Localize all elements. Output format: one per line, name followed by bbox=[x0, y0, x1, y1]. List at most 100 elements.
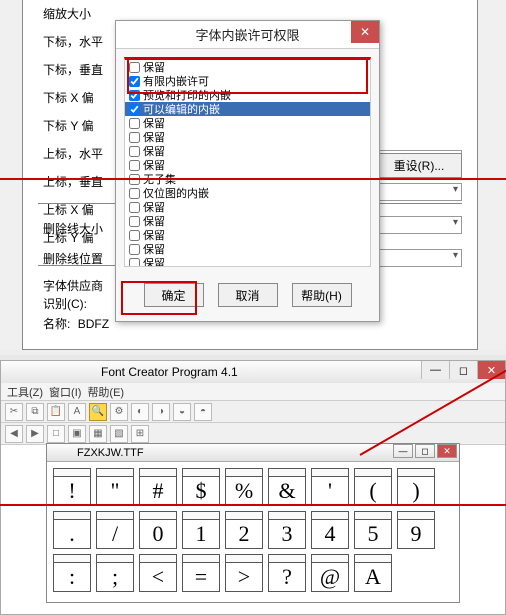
permission-checkbox[interactable] bbox=[129, 90, 140, 101]
permission-row[interactable]: 预览和打印的内嵌 bbox=[125, 88, 370, 102]
maximize-button[interactable]: ◻ bbox=[449, 361, 477, 379]
permission-row[interactable]: 有限内嵌许可 bbox=[125, 74, 370, 88]
glyph-child-window: FZXKJW.TTF — ◻ ✕ !"#$%&'()./0123459:;<=>… bbox=[46, 443, 460, 603]
permission-row[interactable]: 保留 bbox=[125, 144, 370, 158]
permission-row[interactable]: 保留 bbox=[125, 242, 370, 256]
dropdown-2[interactable] bbox=[372, 183, 462, 201]
glyph-max-button[interactable]: ◻ bbox=[415, 444, 435, 458]
glyph-char: : bbox=[54, 563, 90, 591]
glyph-cell[interactable]: : bbox=[53, 554, 91, 592]
glyph-cell[interactable]: $ bbox=[182, 468, 220, 506]
tool-paste-icon[interactable]: 📋 bbox=[47, 403, 65, 421]
glyph-cell[interactable]: ? bbox=[268, 554, 306, 592]
ok-button[interactable]: 确定 bbox=[144, 283, 204, 307]
glyph-cell-header bbox=[140, 512, 176, 520]
glyph-cell[interactable]: > bbox=[225, 554, 263, 592]
tool-right-icon[interactable]: ▶ bbox=[26, 425, 44, 443]
permission-row[interactable]: 保留 bbox=[125, 228, 370, 242]
close-button[interactable]: ✕ bbox=[477, 361, 505, 379]
help-button[interactable]: 帮助(H) bbox=[292, 283, 352, 307]
tool-text-icon[interactable]: A bbox=[68, 403, 86, 421]
glyph-cell[interactable]: 5 bbox=[354, 511, 392, 549]
permission-checkbox[interactable] bbox=[129, 258, 140, 268]
tool-left-icon[interactable]: ◀ bbox=[5, 425, 23, 443]
glyph-cell[interactable]: ; bbox=[96, 554, 134, 592]
glyph-cell[interactable]: . bbox=[53, 511, 91, 549]
tool-gear-icon[interactable]: ⚙ bbox=[110, 403, 128, 421]
menubar: 工具(Z) 窗口(I) 帮助(E) bbox=[1, 383, 505, 401]
permission-checkbox[interactable] bbox=[129, 146, 140, 157]
glyph-cell[interactable]: < bbox=[139, 554, 177, 592]
glyph-cell[interactable]: ( bbox=[354, 468, 392, 506]
glyph-close-button[interactable]: ✕ bbox=[437, 444, 457, 458]
glyph-cell[interactable]: # bbox=[139, 468, 177, 506]
reset-button[interactable]: 重设(R)... bbox=[376, 153, 462, 178]
glyph-cell[interactable]: @ bbox=[311, 554, 349, 592]
glyph-cell-header bbox=[312, 512, 348, 520]
permission-checkbox[interactable] bbox=[129, 132, 140, 143]
menu-tools[interactable]: 工具(Z) bbox=[7, 384, 43, 400]
dropdown-3[interactable] bbox=[372, 216, 462, 234]
permission-checkbox[interactable] bbox=[129, 188, 140, 199]
glyph-cell[interactable]: = bbox=[182, 554, 220, 592]
permission-checkbox[interactable] bbox=[129, 76, 140, 87]
menu-window[interactable]: 窗口(I) bbox=[49, 384, 81, 400]
permission-row[interactable]: 仅位图的内嵌 bbox=[125, 186, 370, 200]
cancel-button[interactable]: 取消 bbox=[218, 283, 278, 307]
permission-checkbox[interactable] bbox=[129, 62, 140, 73]
glyph-cell[interactable]: ) bbox=[397, 468, 435, 506]
permission-row[interactable]: 保留 bbox=[125, 158, 370, 172]
tool-zoom-icon[interactable]: 🔍 bbox=[89, 403, 107, 421]
permission-row[interactable]: 保留 bbox=[125, 60, 370, 74]
glyph-cell[interactable]: ! bbox=[53, 468, 91, 506]
label-sub-x: 下标 X 偏 bbox=[43, 84, 103, 112]
tool-b5-icon[interactable]: ⊞ bbox=[131, 425, 149, 443]
glyph-cell[interactable]: 9 bbox=[397, 511, 435, 549]
glyph-cell[interactable]: 4 bbox=[311, 511, 349, 549]
dialog-close-button[interactable]: ✕ bbox=[351, 21, 379, 43]
permission-row[interactable]: 保留 bbox=[125, 214, 370, 228]
glyph-cell-header bbox=[97, 555, 133, 563]
label-strike-pos: 删除线位置 bbox=[43, 245, 103, 273]
tool-scissors-icon[interactable]: ✂ bbox=[5, 403, 23, 421]
glyph-cell[interactable]: ' bbox=[311, 468, 349, 506]
glyph-cell[interactable]: 2 bbox=[225, 511, 263, 549]
tool-opt3-icon[interactable]: ◒ bbox=[173, 403, 191, 421]
tool-b3-icon[interactable]: ▦ bbox=[89, 425, 107, 443]
permission-checkbox[interactable] bbox=[129, 118, 140, 129]
glyph-cell[interactable]: " bbox=[96, 468, 134, 506]
glyph-cell[interactable]: & bbox=[268, 468, 306, 506]
tool-opt2-icon[interactable]: ◑ bbox=[152, 403, 170, 421]
permissions-listbox[interactable]: 保留有限内嵌许可预览和打印的内嵌可以编辑的内嵌保留保留保留保留无子集仅位图的内嵌… bbox=[124, 57, 371, 267]
permission-row[interactable]: 保留 bbox=[125, 200, 370, 214]
permission-row[interactable]: 无子集 bbox=[125, 172, 370, 186]
minimize-button[interactable]: — bbox=[421, 361, 449, 379]
permission-checkbox[interactable] bbox=[129, 216, 140, 227]
glyph-cell[interactable]: / bbox=[96, 511, 134, 549]
tool-copy-icon[interactable]: ⧉ bbox=[26, 403, 44, 421]
glyph-cell[interactable]: 1 bbox=[182, 511, 220, 549]
glyph-cell[interactable]: % bbox=[225, 468, 263, 506]
permission-checkbox[interactable] bbox=[129, 174, 140, 185]
glyph-cell[interactable]: A bbox=[354, 554, 392, 592]
tool-opt4-icon[interactable]: ◓ bbox=[194, 403, 212, 421]
permission-checkbox[interactable] bbox=[129, 202, 140, 213]
permission-row[interactable]: 保留 bbox=[125, 116, 370, 130]
glyph-char: ) bbox=[398, 477, 434, 505]
permission-checkbox[interactable] bbox=[129, 230, 140, 241]
menu-help[interactable]: 帮助(E) bbox=[87, 384, 124, 400]
glyph-min-button[interactable]: — bbox=[393, 444, 413, 458]
glyph-cell[interactable]: 3 bbox=[268, 511, 306, 549]
permission-checkbox[interactable] bbox=[129, 160, 140, 171]
permission-checkbox[interactable] bbox=[129, 104, 140, 115]
permission-row[interactable]: 保留 bbox=[125, 130, 370, 144]
permission-row[interactable]: 保留 bbox=[125, 256, 370, 267]
tool-opt1-icon[interactable]: ◐ bbox=[131, 403, 149, 421]
glyph-cell[interactable]: 0 bbox=[139, 511, 177, 549]
permission-checkbox[interactable] bbox=[129, 244, 140, 255]
permission-row[interactable]: 可以编辑的内嵌 bbox=[125, 102, 370, 116]
tool-b4-icon[interactable]: ▧ bbox=[110, 425, 128, 443]
dropdown-4[interactable] bbox=[372, 249, 462, 267]
tool-b1-icon[interactable]: □ bbox=[47, 425, 65, 443]
tool-b2-icon[interactable]: ▣ bbox=[68, 425, 86, 443]
